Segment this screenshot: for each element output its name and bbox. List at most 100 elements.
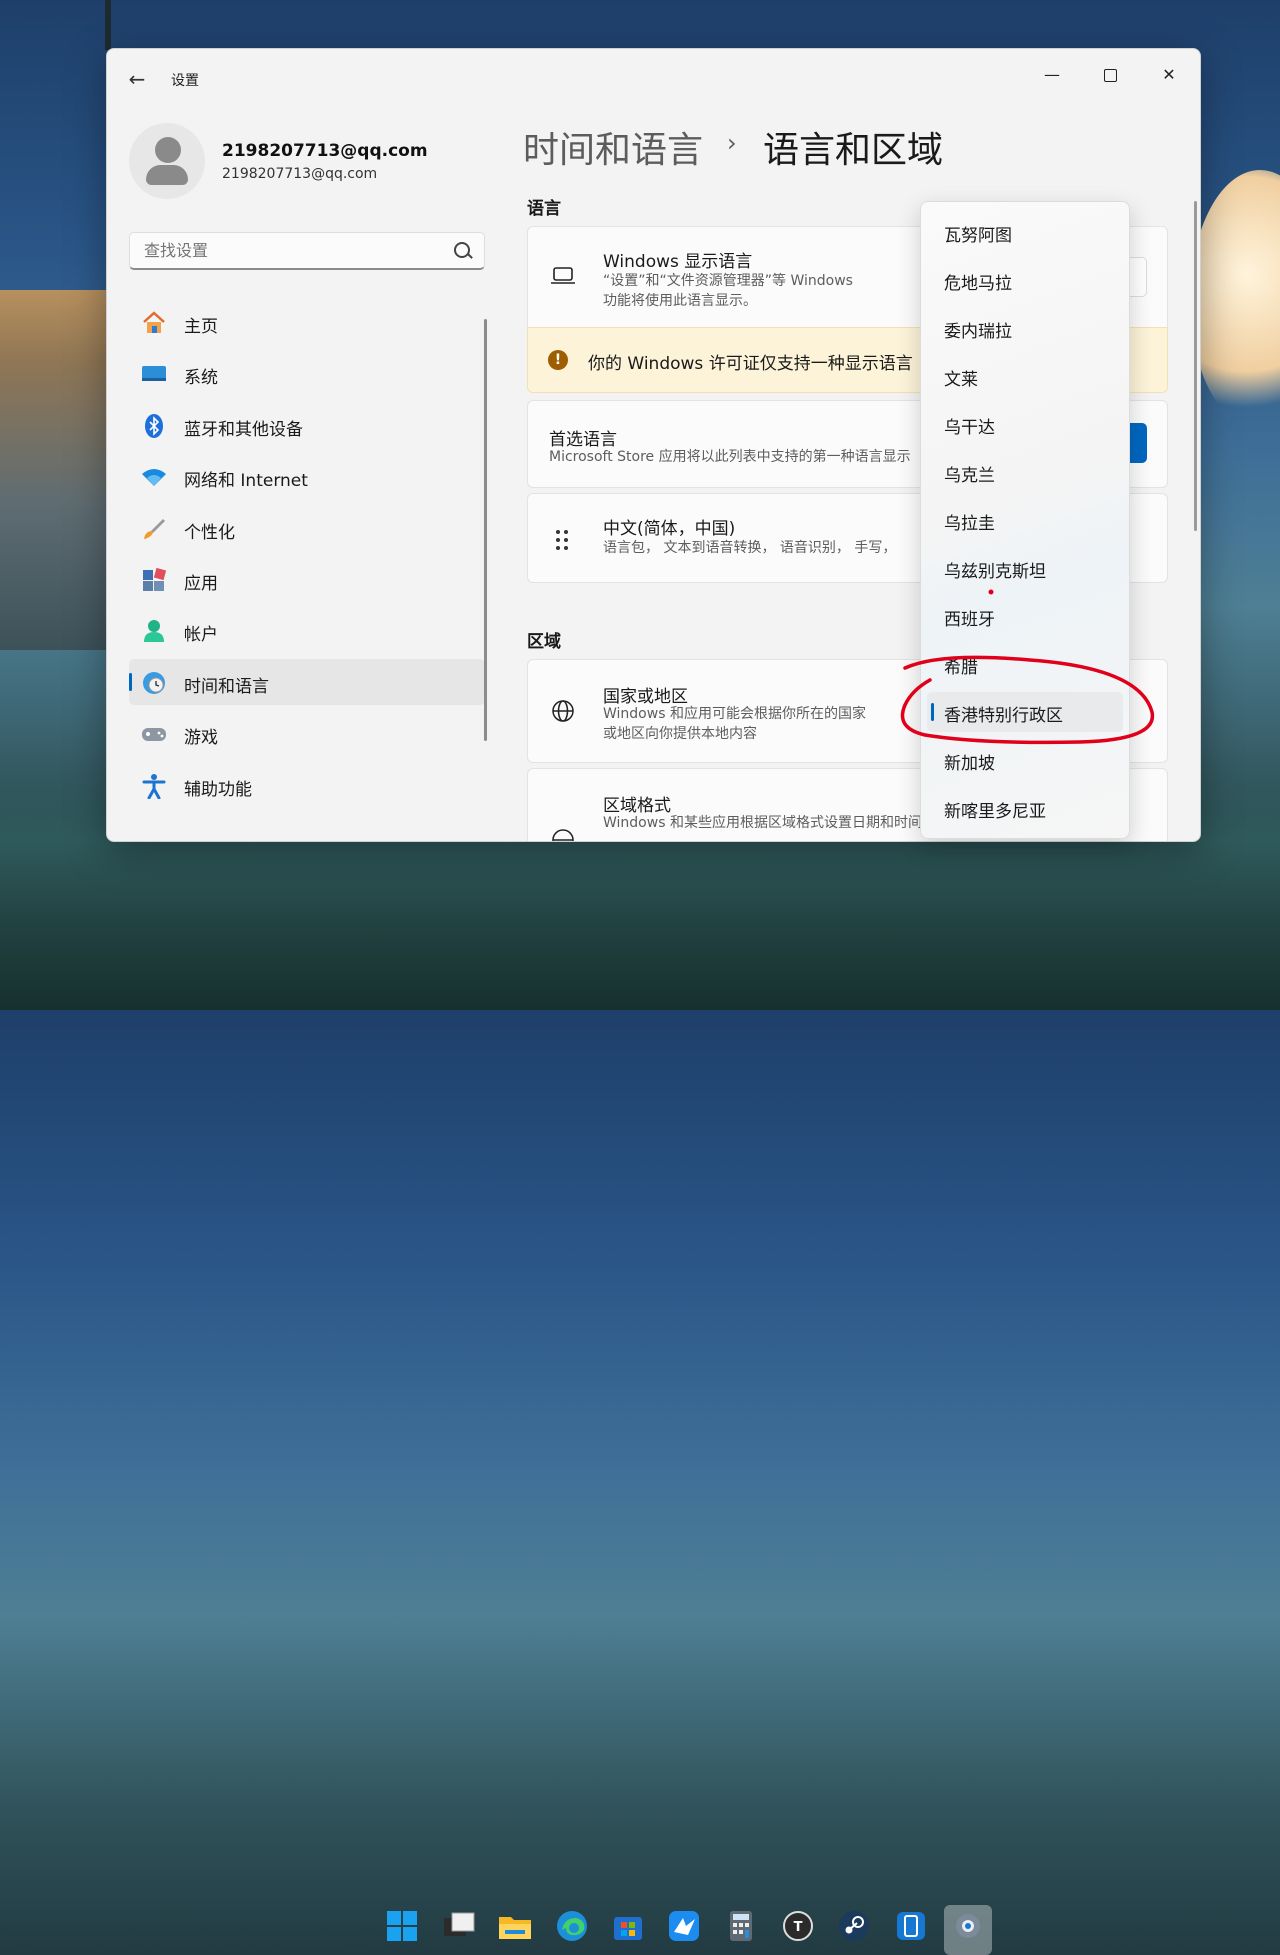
- sidebar-item-system[interactable]: 系统: [129, 350, 485, 396]
- dropdown-option-label: 乌拉圭: [944, 514, 995, 534]
- taskbar: T: [0, 950, 1280, 1955]
- dropdown-option-selected[interactable]: 香港特别行政区: [927, 692, 1123, 732]
- dropdown-option[interactable]: 危地马拉: [927, 260, 1123, 300]
- breadcrumb-parent[interactable]: 时间和语言: [523, 121, 703, 173]
- minimize-icon: —: [1044, 65, 1060, 84]
- sidebar-item-label: 蓝牙和其他设备: [184, 419, 303, 440]
- sidebar-item-label: 主页: [184, 317, 218, 337]
- dropdown-option[interactable]: 文莱: [927, 356, 1123, 396]
- wallpaper-building: [0, 290, 120, 650]
- sidebar-item-accessibility[interactable]: 辅助功能: [129, 762, 485, 808]
- sidebar-item-home[interactable]: 主页: [129, 299, 485, 345]
- dropdown-option-label: 瓦努阿图: [944, 226, 1012, 246]
- language-item-desc: 语言包， 文本到语音转换， 语音识别， 手写，: [603, 540, 897, 556]
- sidebar-item-bluetooth[interactable]: 蓝牙和其他设备: [129, 402, 485, 448]
- settings-icon[interactable]: [950, 1908, 986, 1944]
- warning-icon: !: [548, 350, 568, 370]
- dropdown-option[interactable]: 乌干达: [927, 404, 1123, 444]
- store-icon[interactable]: [610, 1908, 646, 1944]
- account-icon: [141, 618, 167, 644]
- dropdown-option[interactable]: 乌拉圭: [927, 500, 1123, 540]
- edge-icon[interactable]: [554, 1908, 590, 1944]
- dropdown-option[interactable]: 西班牙: [927, 596, 1123, 636]
- wifi-icon: [141, 464, 167, 490]
- app-title: 设置: [171, 73, 199, 89]
- dropdown-option[interactable]: 乌兹别克斯坦: [927, 548, 1123, 588]
- wallpaper-cloud: [1190, 170, 1280, 430]
- dropdown-option[interactable]: 新喀里多尼亚: [927, 788, 1123, 828]
- dropdown-option[interactable]: 委内瑞拉: [927, 308, 1123, 348]
- gamepad-icon: [141, 721, 167, 747]
- warning-text: 你的 Windows 许可证仅支持一种显示语言: [588, 354, 913, 374]
- close-icon: ✕: [1162, 65, 1176, 84]
- dropdown-option-label: 乌克兰: [944, 466, 995, 486]
- typora-icon[interactable]: T: [780, 1908, 816, 1944]
- back-button[interactable]: ←: [125, 67, 149, 91]
- dropdown-option[interactable]: 乌克兰: [927, 452, 1123, 492]
- calculator-icon[interactable]: [723, 1908, 759, 1944]
- file-explorer-icon[interactable]: [497, 1908, 533, 1944]
- brush-icon: [141, 516, 167, 542]
- close-button[interactable]: ✕: [1144, 57, 1194, 93]
- title-bar: ← 设置 — ✕: [107, 49, 1200, 109]
- dropdown-option-label: 危地马拉: [944, 274, 1012, 294]
- laptop-icon: [550, 265, 576, 293]
- sidebar-item-gaming[interactable]: 游戏: [129, 710, 485, 756]
- sidebar-item-accounts[interactable]: 帐户: [129, 607, 485, 653]
- globe-icon: [550, 698, 576, 730]
- sidebar-item-network[interactable]: 网络和 Internet: [129, 453, 485, 499]
- sidebar-item-label: 辅助功能: [184, 779, 252, 800]
- sidebar-item-label: 时间和语言: [184, 676, 269, 697]
- search-input[interactable]: [142, 240, 446, 261]
- apps-icon: [141, 567, 167, 593]
- svg-text:T: T: [794, 1920, 803, 1935]
- section-title-region: 区域: [527, 632, 561, 652]
- dropdown-option-label: 香港特别行政区: [944, 706, 1063, 726]
- start-icon[interactable]: [384, 1908, 420, 1944]
- sidebar-item-label: 应用: [184, 573, 218, 594]
- dropdown-option[interactable]: 希腊: [927, 644, 1123, 684]
- avatar[interactable]: [129, 123, 205, 199]
- dropdown-option-label: 新加坡: [944, 754, 995, 774]
- time-language-icon: [141, 670, 167, 696]
- steam-icon[interactable]: [836, 1908, 872, 1944]
- country-region-desc: 或地区向你提供本地内容: [603, 726, 757, 742]
- content-scrollbar[interactable]: [1194, 201, 1197, 531]
- globe-clock-icon: [550, 827, 576, 841]
- account-email: 2198207713@qq.com: [222, 166, 378, 182]
- page-title: 语言和区域: [763, 130, 944, 171]
- dropdown-option-label: 乌干达: [944, 418, 995, 438]
- country-region-dropdown[interactable]: 瓦努阿图 危地马拉 委内瑞拉 文莱 乌干达 乌克兰 乌拉圭 乌兹别克斯坦 西班牙…: [920, 201, 1130, 839]
- system-icon: [141, 361, 167, 387]
- maximize-button[interactable]: [1085, 57, 1135, 93]
- home-icon: [141, 310, 167, 336]
- sidebar-scrollbar[interactable]: [484, 319, 487, 741]
- account-name: 2198207713@qq.com: [222, 141, 428, 161]
- dropdown-option[interactable]: 新加坡: [927, 740, 1123, 780]
- dropdown-option-label: 委内瑞拉: [944, 322, 1012, 342]
- search-box[interactable]: [129, 232, 485, 270]
- sidebar-item-label: 系统: [184, 368, 218, 389]
- minimize-button[interactable]: —: [1027, 57, 1077, 93]
- display-language-title: Windows 显示语言: [603, 252, 753, 272]
- language-item-title: 中文(简体，中国): [603, 519, 736, 539]
- dropdown-option[interactable]: 瓦努阿图: [927, 212, 1123, 252]
- bird-app-icon[interactable]: [666, 1908, 702, 1944]
- phone-link-icon[interactable]: [893, 1908, 929, 1944]
- sidebar-item-label: 游戏: [184, 728, 218, 749]
- task-view-icon[interactable]: [441, 1908, 477, 1944]
- sidebar-item-label: 个性化: [184, 522, 235, 543]
- drag-handle-icon[interactable]: [556, 530, 570, 552]
- user-icon-body: [146, 165, 188, 185]
- sidebar-item-time-language[interactable]: 时间和语言: [129, 658, 485, 705]
- sidebar-item-label: 网络和 Internet: [184, 471, 308, 492]
- arrow-left-icon: ←: [128, 67, 146, 91]
- sidebar-nav: 主页 系统 蓝牙和其他设备 网络和 Internet 个性化 应用 帐户 时间和…: [129, 299, 485, 813]
- country-region-desc: Windows 和应用可能会根据你所在的国家: [603, 706, 866, 722]
- search-icon[interactable]: [454, 242, 470, 258]
- sidebar-item-personalization[interactable]: 个性化: [129, 505, 485, 551]
- dropdown-option-label: 西班牙: [944, 610, 995, 630]
- sidebar-item-apps[interactable]: 应用: [129, 556, 485, 602]
- chevron-right-icon: ›: [727, 129, 737, 157]
- bluetooth-icon: [141, 413, 167, 439]
